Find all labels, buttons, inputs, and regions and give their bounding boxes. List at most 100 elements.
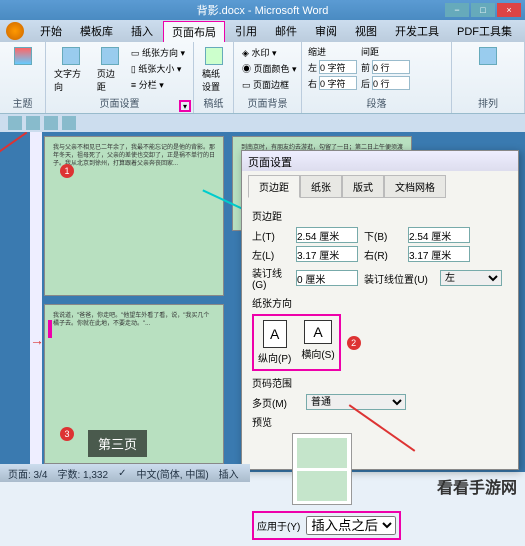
orientation-landscape-button[interactable]: A 横向(S) <box>301 320 334 365</box>
spacing-before-label: 前 <box>361 61 370 74</box>
margin-left-label: 左(L) <box>252 247 290 262</box>
qa-redo-icon[interactable] <box>44 116 58 130</box>
spacing-label: 间距 <box>361 45 410 58</box>
group-theme: 主题 <box>0 42 46 113</box>
indent-left-input[interactable] <box>319 60 357 74</box>
status-mode[interactable]: 插入 <box>219 466 239 481</box>
qa-undo-icon[interactable] <box>26 116 40 130</box>
tab-review[interactable]: 审阅 <box>307 21 345 41</box>
page-3-label: 第三页 <box>88 430 147 457</box>
margin-right-label: 右(R) <box>364 247 402 262</box>
text-direction-icon <box>62 47 80 65</box>
orientation-portrait-button[interactable]: A 纵向(P) <box>258 320 291 365</box>
insertion-cursor <box>48 320 52 338</box>
spacing-before-input[interactable] <box>372 60 410 74</box>
image-watermark: 看看手游网 <box>437 474 517 498</box>
maximize-button[interactable]: □ <box>471 3 495 17</box>
close-button[interactable]: × <box>497 3 521 17</box>
quick-access-toolbar <box>0 114 525 132</box>
status-check-icon[interactable]: ✓ <box>118 468 126 479</box>
orientation-section-label: 纸张方向 <box>252 295 508 310</box>
tab-mailings[interactable]: 邮件 <box>267 21 305 41</box>
orientation-options: A 纵向(P) A 横向(S) <box>252 314 341 371</box>
group-page-background: ◈ 水印 ▾ ◉ 页面颜色 ▾ ▭ 页面边框 页面背景 <box>234 42 302 113</box>
themes-button[interactable] <box>6 45 39 67</box>
margins-label: 页边距 <box>97 67 123 93</box>
window-controls: − □ × <box>445 3 521 17</box>
text-direction-button[interactable]: 文字方向 <box>52 45 91 95</box>
manuscript-button[interactable]: 稿纸设置 <box>200 45 227 95</box>
qa-print-icon[interactable] <box>62 116 76 130</box>
group-manuscript-label: 稿纸 <box>200 95 227 110</box>
margin-right-input[interactable] <box>408 246 470 262</box>
dialog-tab-paper[interactable]: 纸张 <box>300 175 342 198</box>
window-title: 背影.docx - Microsoft Word <box>197 2 329 18</box>
indent-right-label: 右 <box>308 77 317 90</box>
tab-pdf-tools[interactable]: PDF工具集 <box>449 21 520 41</box>
margin-top-input[interactable] <box>296 227 358 243</box>
page-setup-dialog: 页面设置 页边距 纸张 版式 文档网格 页边距 上(T) 下(B) 左(L) 右… <box>241 150 519 470</box>
tab-home[interactable]: 开始 <box>32 21 70 41</box>
apply-to-row: 应用于(Y) 插入点之后 <box>252 511 401 540</box>
orientation-button[interactable]: ▭ 纸张方向 ▾ <box>129 45 187 60</box>
themes-icon <box>14 47 32 65</box>
group-arrange-label: 排列 <box>458 95 518 110</box>
indent-right-input[interactable] <box>319 76 357 90</box>
page-color-icon: ◉ <box>242 64 251 74</box>
dialog-tab-grid[interactable]: 文档网格 <box>384 175 446 198</box>
ribbon-tabs: 开始 模板库 插入 页面布局 引用 邮件 审阅 视图 开发工具 PDF工具集 <box>0 20 525 42</box>
page-color-button[interactable]: ◉ 页面颜色 ▾ <box>240 61 295 76</box>
group-page-setup-label: 页面设置 <box>52 95 187 110</box>
tab-insert[interactable]: 插入 <box>123 21 161 41</box>
tab-references[interactable]: 引用 <box>227 21 265 41</box>
portrait-icon: A <box>263 320 287 348</box>
group-page-setup: 文字方向 页边距 ▭ 纸张方向 ▾ ▯ 纸张大小 ▾ ≡ 分栏 ▾ 页面设置 ▾ <box>46 42 194 113</box>
status-language[interactable]: 中文(简体, 中国) <box>136 466 208 481</box>
spacing-after-input[interactable] <box>372 76 410 90</box>
indent-label: 缩进 <box>308 45 357 58</box>
margin-left-input[interactable] <box>296 246 358 262</box>
multi-pages-label: 多页(M) <box>252 395 300 410</box>
gutter-pos-select[interactable]: 左 <box>440 270 502 286</box>
page-border-icon: ▭ <box>242 80 251 90</box>
gutter-label: 装订线(G) <box>252 265 290 291</box>
group-manuscript: 稿纸设置 稿纸 <box>194 42 234 113</box>
arrange-icon <box>479 47 497 65</box>
tab-view[interactable]: 视图 <box>347 21 385 41</box>
qa-save-icon[interactable] <box>8 116 22 130</box>
spacing-after-label: 后 <box>361 77 370 90</box>
group-paragraph: 缩进 左 右 间距 前 后 段落 <box>302 42 452 113</box>
indent-left-label: 左 <box>308 61 317 74</box>
margins-icon <box>101 47 119 65</box>
size-icon: ▯ <box>131 64 136 74</box>
tab-templates[interactable]: 模板库 <box>72 21 121 41</box>
page-setup-dialog-launcher[interactable]: ▾ <box>179 100 191 112</box>
pages-section-label: 页码范围 <box>252 375 508 390</box>
size-button[interactable]: ▯ 纸张大小 ▾ <box>129 61 187 76</box>
dialog-tab-layout[interactable]: 版式 <box>342 175 384 198</box>
margin-bottom-label: 下(B) <box>364 228 402 243</box>
columns-icon: ≡ <box>131 80 136 90</box>
apply-to-select[interactable]: 插入点之后 <box>306 516 396 535</box>
red-arrow-left-icon: → <box>30 332 44 348</box>
group-page-background-label: 页面背景 <box>240 95 295 110</box>
page-border-button[interactable]: ▭ 页面边框 <box>240 77 295 92</box>
status-bar: 页面: 3/4 字数: 1,332 ✓ 中文(简体, 中国) 插入 <box>0 464 250 482</box>
margin-bottom-input[interactable] <box>408 227 470 243</box>
margins-button[interactable]: 页边距 <box>95 45 125 95</box>
arrange-button[interactable] <box>458 45 518 67</box>
dialog-tab-margins[interactable]: 页边距 <box>248 175 300 198</box>
tab-developer[interactable]: 开发工具 <box>387 21 447 41</box>
tab-page-layout[interactable]: 页面布局 <box>163 21 225 42</box>
group-arrange: 排列 <box>452 42 525 113</box>
annotation-badge-3: 3 <box>60 427 74 441</box>
columns-button[interactable]: ≡ 分栏 ▾ <box>129 77 187 92</box>
minimize-button[interactable]: − <box>445 3 469 17</box>
watermark-button[interactable]: ◈ 水印 ▾ <box>240 45 295 60</box>
status-words[interactable]: 字数: 1,332 <box>57 466 108 481</box>
group-paragraph-label: 段落 <box>308 95 445 110</box>
status-page[interactable]: 页面: 3/4 <box>8 466 47 481</box>
gutter-pos-label: 装订线位置(U) <box>364 271 434 286</box>
office-orb-icon[interactable] <box>6 22 24 40</box>
gutter-input[interactable] <box>296 270 358 286</box>
